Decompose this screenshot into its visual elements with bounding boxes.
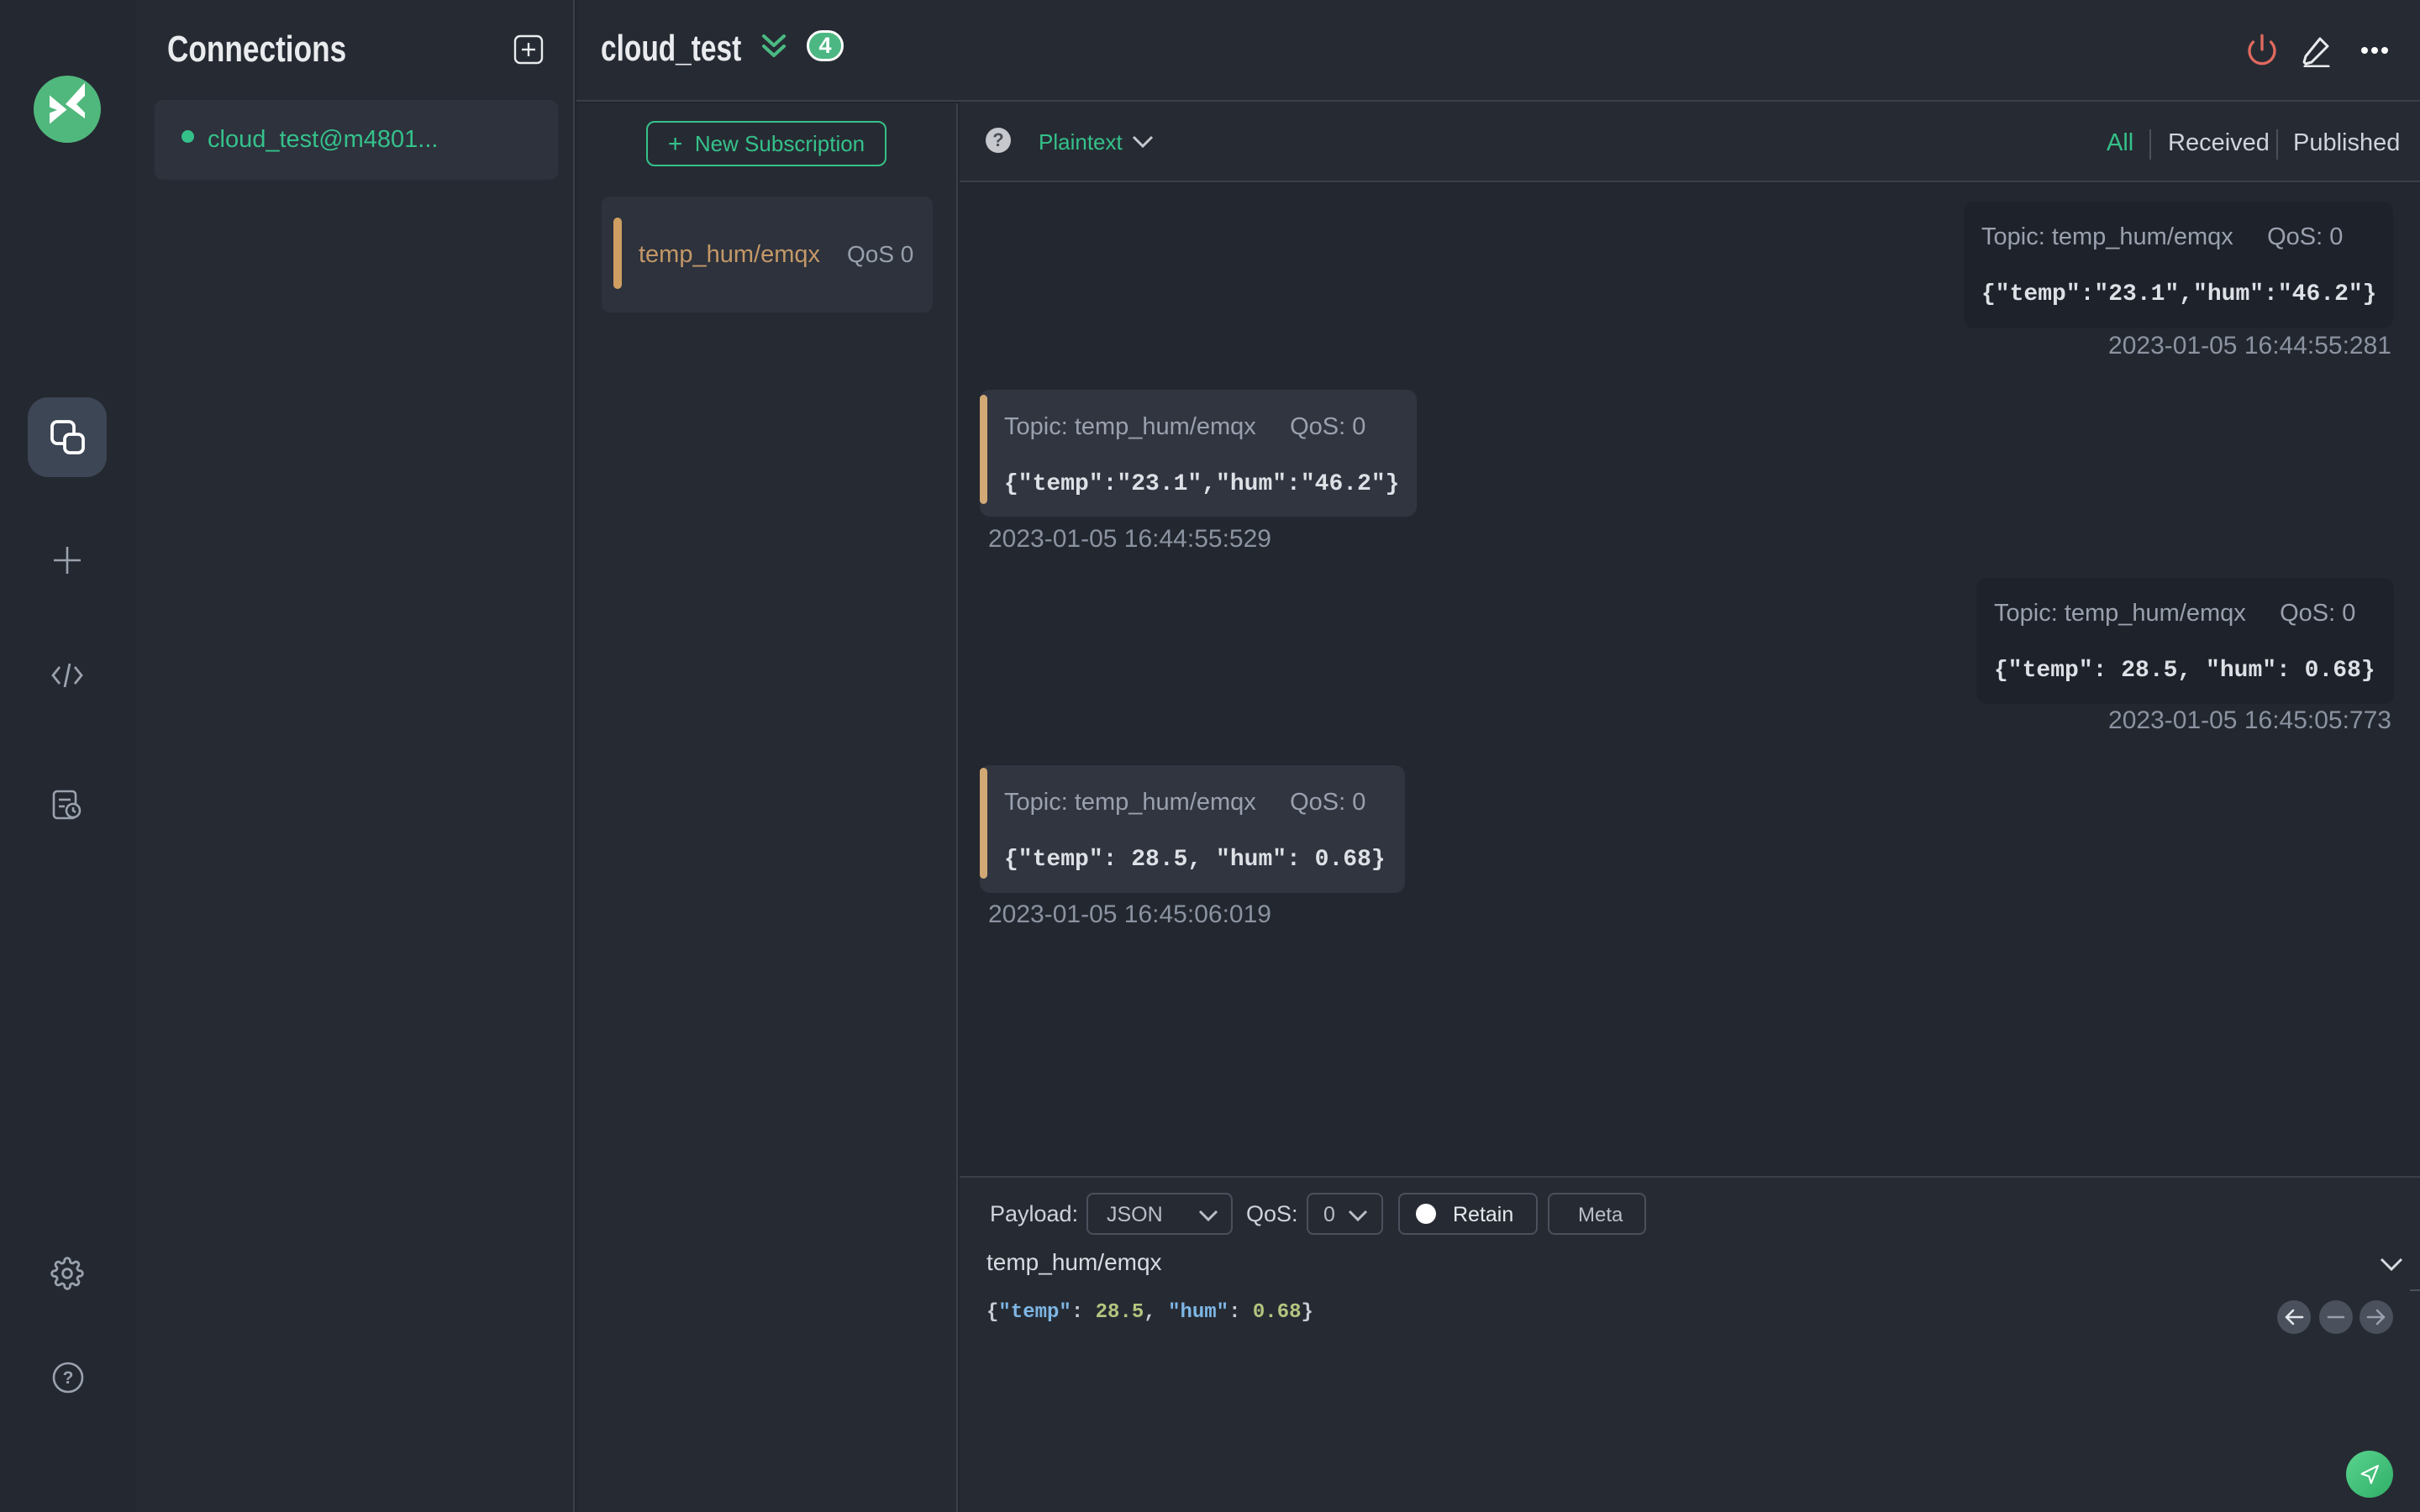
svg-text:?: ? bbox=[63, 1368, 74, 1388]
